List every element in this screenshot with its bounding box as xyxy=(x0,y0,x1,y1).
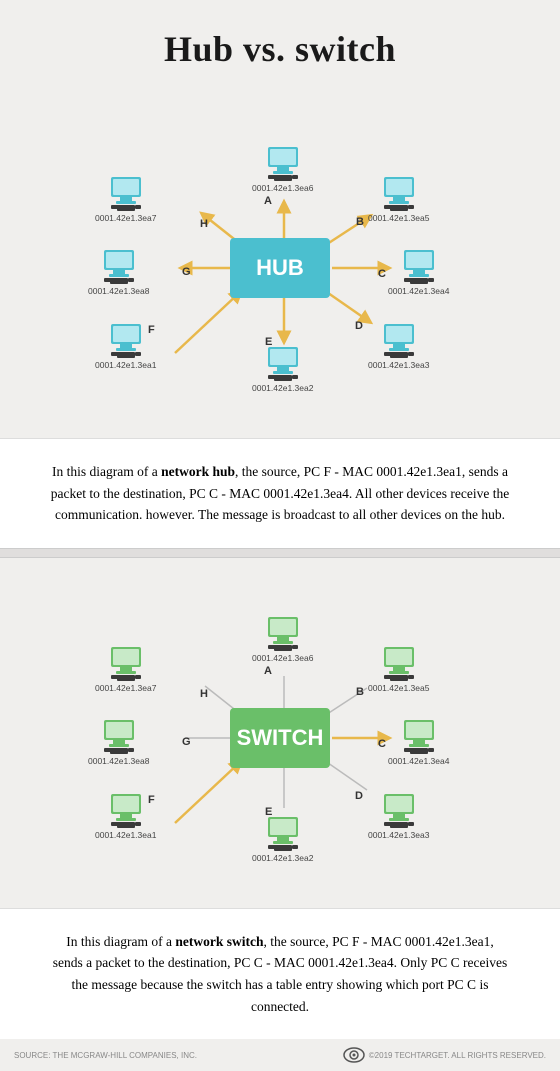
switch-port-g: G xyxy=(182,736,191,748)
hub-node-c-mac: 0001.42e1.3ea4 xyxy=(388,286,449,296)
switch-node-h: 0001.42e1.3ea7 xyxy=(95,643,156,693)
hub-description: In this diagram of a network hub, the so… xyxy=(0,438,560,548)
switch-center-box: SWITCH xyxy=(230,708,330,768)
footer-source: SOURCE: THE MCGRAW-HILL COMPANIES, INC. xyxy=(14,1051,197,1060)
page-title: Hub vs. switch xyxy=(0,0,560,88)
hub-node-d: 0001.42e1.3ea3 xyxy=(368,320,429,370)
switch-node-g-mac: 0001.42e1.3ea8 xyxy=(88,756,149,766)
switch-node-a-mac: 0001.42e1.3ea6 xyxy=(252,653,313,663)
hub-node-g: 0001.42e1.3ea8 xyxy=(88,246,149,296)
hub-node-g-mac: 0001.42e1.3ea8 xyxy=(88,286,149,296)
switch-port-h: H xyxy=(200,688,208,700)
hub-node-e: 0001.42e1.3ea2 xyxy=(252,343,313,393)
switch-node-e-mac: 0001.42e1.3ea2 xyxy=(252,853,313,863)
hub-node-b: 0001.42e1.3ea5 xyxy=(368,173,429,223)
switch-port-d: D xyxy=(355,790,363,802)
switch-node-b: 0001.42e1.3ea5 xyxy=(368,643,429,693)
switch-port-b: B xyxy=(356,686,364,698)
hub-section: HUB 0001.42e1.3ea6 A xyxy=(0,88,560,548)
hub-center-box: HUB xyxy=(230,238,330,298)
page-footer: SOURCE: THE MCGRAW-HILL COMPANIES, INC. … xyxy=(0,1039,560,1071)
switch-node-d: 0001.42e1.3ea3 xyxy=(368,790,429,840)
hub-node-h-mac: 0001.42e1.3ea7 xyxy=(95,213,156,223)
switch-port-f: F xyxy=(148,794,155,806)
hub-node-c: 0001.42e1.3ea4 xyxy=(388,246,449,296)
switch-description: In this diagram of a network switch, the… xyxy=(0,908,560,1039)
hub-port-c: C xyxy=(378,268,386,280)
hub-node-h: 0001.42e1.3ea7 xyxy=(95,173,156,223)
switch-section: SWITCH 0001.42e1.3ea6 A xyxy=(0,558,560,1039)
hub-desc-text: In this diagram of a network hub, the so… xyxy=(51,464,510,522)
hub-node-e-mac: 0001.42e1.3ea2 xyxy=(252,383,313,393)
hub-port-a: A xyxy=(264,195,272,207)
hub-node-a-mac: 0001.42e1.3ea6 xyxy=(252,183,313,193)
hub-port-b: B xyxy=(356,216,364,228)
switch-node-a: 0001.42e1.3ea6 xyxy=(252,613,313,663)
hub-port-g: G xyxy=(182,266,191,278)
switch-node-f-mac: 0001.42e1.3ea1 xyxy=(95,830,156,840)
hub-port-h: H xyxy=(200,218,208,230)
hub-node-d-mac: 0001.42e1.3ea3 xyxy=(368,360,429,370)
switch-node-c-mac: 0001.42e1.3ea4 xyxy=(388,756,449,766)
hub-diagram: HUB 0001.42e1.3ea6 A xyxy=(0,98,560,438)
hub-port-e: E xyxy=(265,336,272,348)
switch-desc-text: In this diagram of a network switch, the… xyxy=(53,934,507,1014)
switch-node-h-mac: 0001.42e1.3ea7 xyxy=(95,683,156,693)
switch-port-e: E xyxy=(265,806,272,818)
switch-port-c: C xyxy=(378,738,386,750)
hub-node-f-mac: 0001.42e1.3ea1 xyxy=(95,360,156,370)
switch-node-c: 0001.42e1.3ea4 xyxy=(388,716,449,766)
footer-brand: ©2019 TECHTARGET. ALL RIGHTS RESERVED. xyxy=(369,1051,546,1060)
switch-diagram: SWITCH 0001.42e1.3ea6 A xyxy=(0,568,560,908)
switch-node-d-mac: 0001.42e1.3ea3 xyxy=(368,830,429,840)
hub-node-a: 0001.42e1.3ea6 xyxy=(252,143,313,193)
hub-node-b-mac: 0001.42e1.3ea5 xyxy=(368,213,429,223)
switch-node-e: 0001.42e1.3ea2 xyxy=(252,813,313,863)
switch-node-b-mac: 0001.42e1.3ea5 xyxy=(368,683,429,693)
switch-port-a: A xyxy=(264,665,272,677)
switch-node-g: 0001.42e1.3ea8 xyxy=(88,716,149,766)
hub-port-d: D xyxy=(355,320,363,332)
section-divider xyxy=(0,548,560,558)
hub-port-f: F xyxy=(148,324,155,336)
